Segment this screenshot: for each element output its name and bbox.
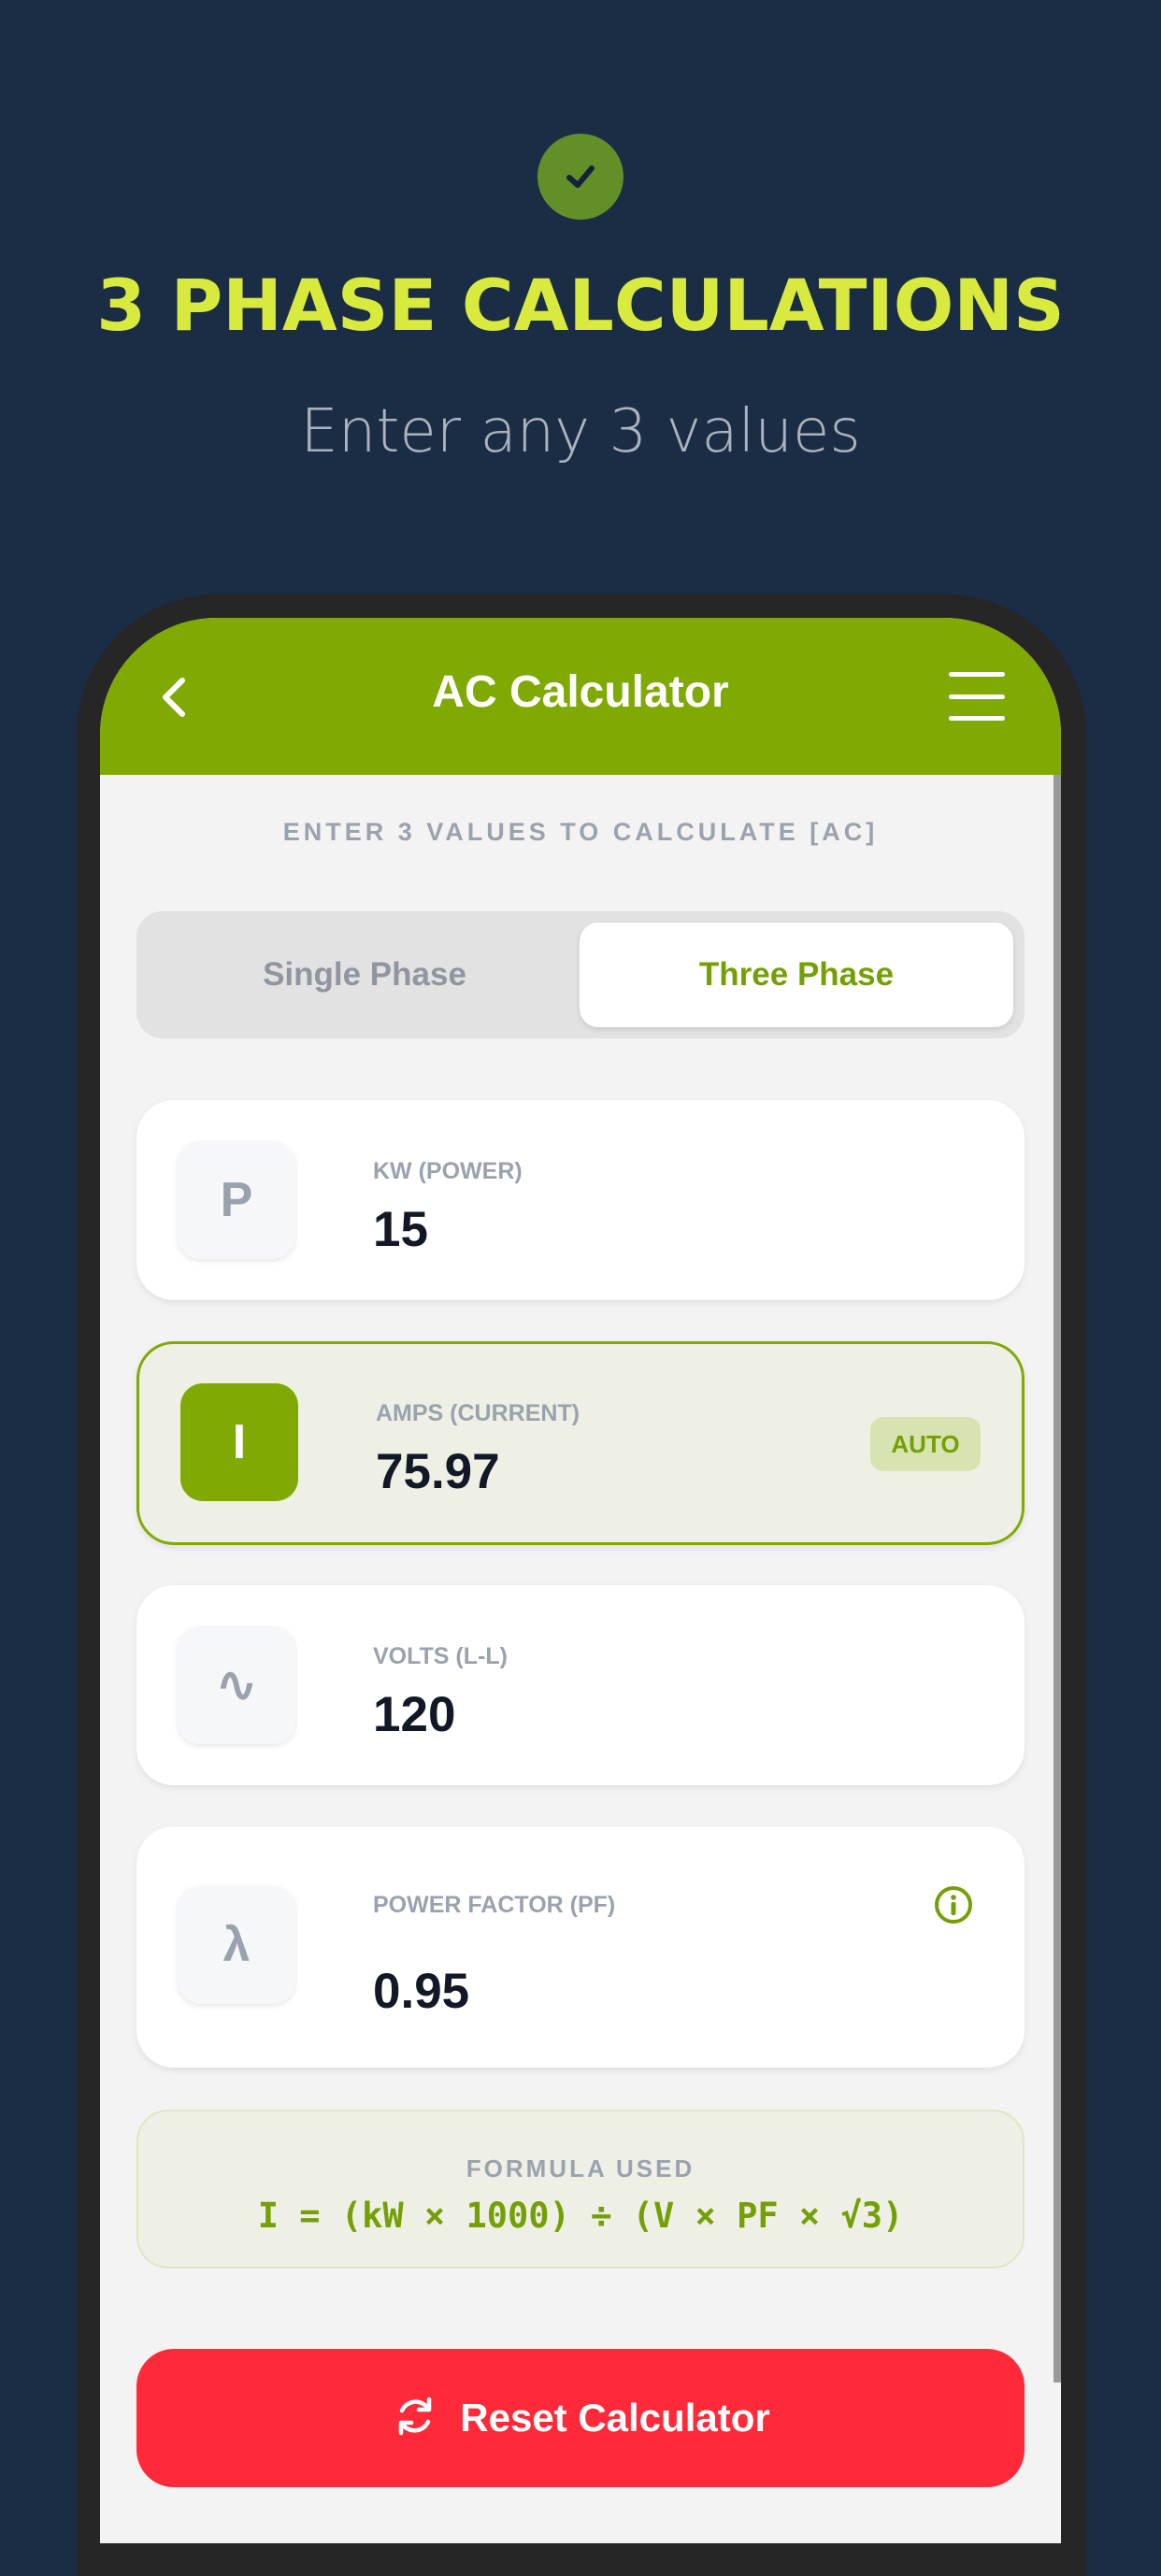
amps-input-card[interactable]: I AMPS (CURRENT) 75.97 AUTO [136,1341,1025,1545]
power-symbol-icon: P [178,1141,295,1259]
phase-toggle: Single Phase Three Phase [136,911,1025,1038]
auto-badge: AUTO [870,1417,981,1471]
formula-title: FORMULA USED [466,2154,695,2182]
formula-panel: FORMULA USED I = (kW × 1000) ÷ (V × PF ×… [136,2110,1025,2268]
power-factor-input-card[interactable]: λ POWER FACTOR (PF) 0.95 [136,1826,1025,2068]
tab-three-phase[interactable]: Three Phase [580,923,1013,1027]
formula-text: I = (kW × 1000) ÷ (V × PF × √3) [257,2196,904,2236]
kw-input-card[interactable]: P KW (POWER) 15 [136,1100,1025,1300]
power-factor-input[interactable]: 0.95 [373,1963,469,2020]
hero-title: 3 PHASE CALCULATIONS [96,264,1065,347]
section-label: ENTER 3 VALUES TO CALCULATE [AC] [282,818,879,846]
voltage-wave-icon: ∿ [178,1626,295,1744]
check-icon [538,134,624,220]
lambda-symbol-icon: λ [178,1886,295,2004]
amps-input[interactable]: 75.97 [376,1443,500,1500]
volts-label: VOLTS (L-L) [373,1643,508,1669]
app-bar: AC Calculator [100,618,1061,775]
phone-screen: AC Calculator ENTER 3 VALUES TO CALCULAT… [100,618,1061,2543]
menu-icon[interactable] [949,672,1005,721]
hero-subtitle: Enter any 3 values [300,397,861,466]
volts-input-card[interactable]: ∿ VOLTS (L-L) 120 [136,1585,1025,1785]
volts-input[interactable]: 120 [373,1686,455,1743]
info-icon[interactable] [933,1884,974,1925]
current-symbol-icon: I [180,1383,298,1501]
app-title: AC Calculator [432,667,729,717]
kw-input[interactable]: 15 [373,1201,428,1258]
refresh-icon [391,2392,439,2444]
reset-calculator-button[interactable]: Reset Calculator [136,2349,1025,2487]
scrollbar[interactable] [1054,775,1061,2383]
power-factor-label: POWER FACTOR (PF) [373,1892,616,1918]
kw-label: KW (POWER) [373,1158,523,1184]
amps-label: AMPS (CURRENT) [376,1400,580,1426]
reset-button-label: Reset Calculator [460,2396,770,2440]
tab-single-phase[interactable]: Single Phase [148,923,581,1027]
